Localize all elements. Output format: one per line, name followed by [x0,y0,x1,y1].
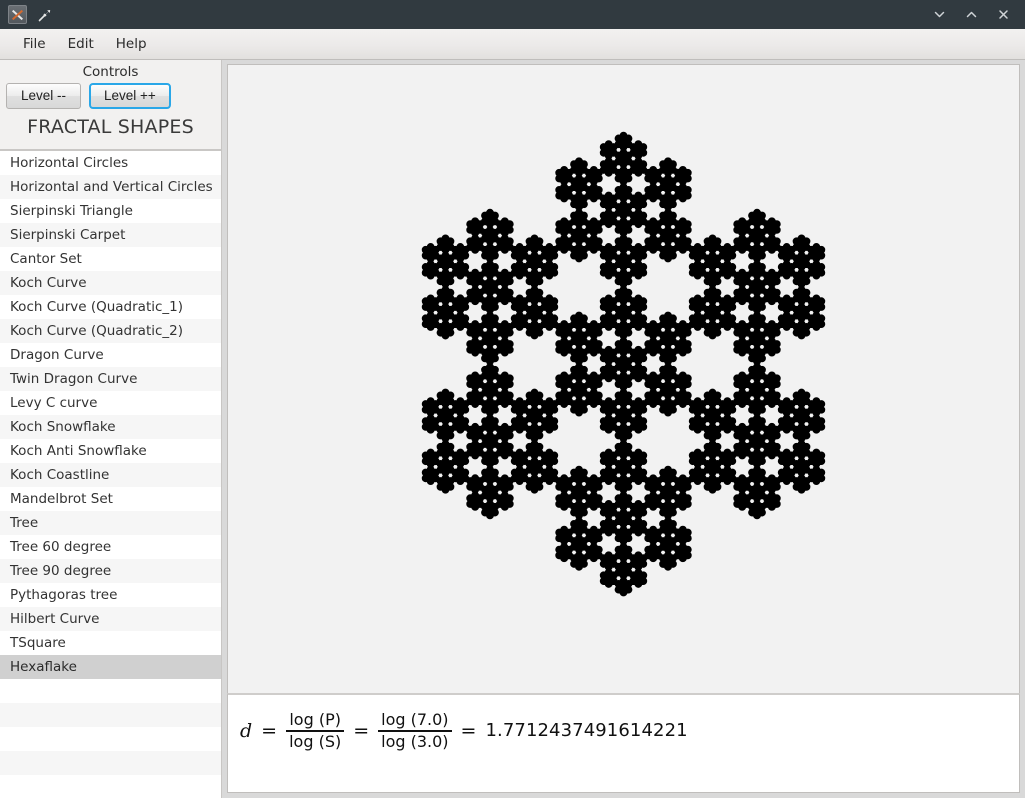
list-item[interactable]: TSquare [0,631,221,655]
formula-symbolic-fraction: log (P) log (S) [286,710,345,751]
pin-icon[interactable] [37,7,53,23]
list-item[interactable]: Tree 60 degree [0,535,221,559]
list-item[interactable]: Twin Dragon Curve [0,367,221,391]
formula-equals-2: = [353,719,370,742]
list-item[interactable]: Koch Coastline [0,463,221,487]
title-bar [0,0,1025,29]
level-down-button[interactable]: Level -- [6,83,82,109]
list-item-empty [0,703,221,727]
list-item[interactable]: Koch Curve (Quadratic_1) [0,295,221,319]
list-item-empty [0,727,221,751]
menu-item-help[interactable]: Help [105,33,158,55]
list-item[interactable]: Cantor Set [0,247,221,271]
chevron-down-icon[interactable] [931,7,947,23]
menu-item-edit[interactable]: Edit [57,33,105,55]
list-item[interactable]: Mandelbrot Set [0,487,221,511]
list-item-empty [0,775,221,798]
formula-numerator-symbol: log (P) [289,710,341,729]
hexaflake-dots [421,131,826,597]
list-item-empty [0,679,221,703]
list-item[interactable]: Horizontal and Vertical Circles [0,175,221,199]
formula-equals-1: = [261,719,278,742]
formula-panel: d = log (P) log (S) = log (7.0) log (3.0… [227,693,1020,793]
fractal-shape-list[interactable]: Horizontal Circles Horizontal and Vertica… [0,150,221,798]
list-item[interactable]: Hexaflake [0,655,221,679]
list-item[interactable]: Koch Snowflake [0,415,221,439]
window-controls [931,7,1019,23]
list-item[interactable]: Koch Anti Snowflake [0,439,221,463]
list-item[interactable]: Sierpinski Triangle [0,199,221,223]
formula-result: 1.7712437491614221 [485,720,688,742]
x-app-icon[interactable] [8,5,27,24]
chevron-up-icon[interactable] [963,7,979,23]
close-icon[interactable] [995,7,1011,23]
fractal-canvas[interactable] [227,64,1020,693]
menu-item-file[interactable]: File [12,33,57,55]
formula-denominator-symbol: log (S) [289,731,342,751]
fractal-shapes-header: FRACTAL SHAPES [0,113,221,146]
list-item[interactable]: Sierpinski Carpet [0,223,221,247]
list-item[interactable]: Horizontal Circles [0,151,221,175]
formula-numerator-value: log (7.0) [381,710,449,729]
formula-variable: d [240,719,253,742]
hexaflake-drawing [421,131,826,597]
controls-panel: Controls Level -- Level ++ FRACTAL SHAPE… [0,60,221,150]
list-item[interactable]: Pythagoras tree [0,583,221,607]
application-window: File Edit Help Controls Level -- Level +… [0,0,1025,798]
main-body: Controls Level -- Level ++ FRACTAL SHAPE… [0,60,1025,798]
list-item[interactable]: Levy C curve [0,391,221,415]
list-item[interactable]: Koch Curve (Quadratic_2) [0,319,221,343]
controls-button-row: Level -- Level ++ [0,83,221,113]
content-area: d = log (P) log (S) = log (7.0) log (3.0… [222,60,1025,798]
title-bar-left-icons [8,5,53,24]
list-item-empty [0,751,221,775]
list-item[interactable]: Dragon Curve [0,343,221,367]
level-up-button[interactable]: Level ++ [89,83,171,109]
list-item[interactable]: Tree 90 degree [0,559,221,583]
controls-title: Controls [82,64,139,80]
formula-denominator-value: log (3.0) [381,731,449,751]
list-item[interactable]: Tree [0,511,221,535]
menu-bar: File Edit Help [0,29,1025,60]
list-item[interactable]: Hilbert Curve [0,607,221,631]
dimension-formula: d = log (P) log (S) = log (7.0) log (3.0… [240,711,688,750]
formula-equals-3: = [460,719,477,742]
list-item[interactable]: Koch Curve [0,271,221,295]
formula-numeric-fraction: log (7.0) log (3.0) [378,710,452,751]
sidebar: Controls Level -- Level ++ FRACTAL SHAPE… [0,60,222,798]
